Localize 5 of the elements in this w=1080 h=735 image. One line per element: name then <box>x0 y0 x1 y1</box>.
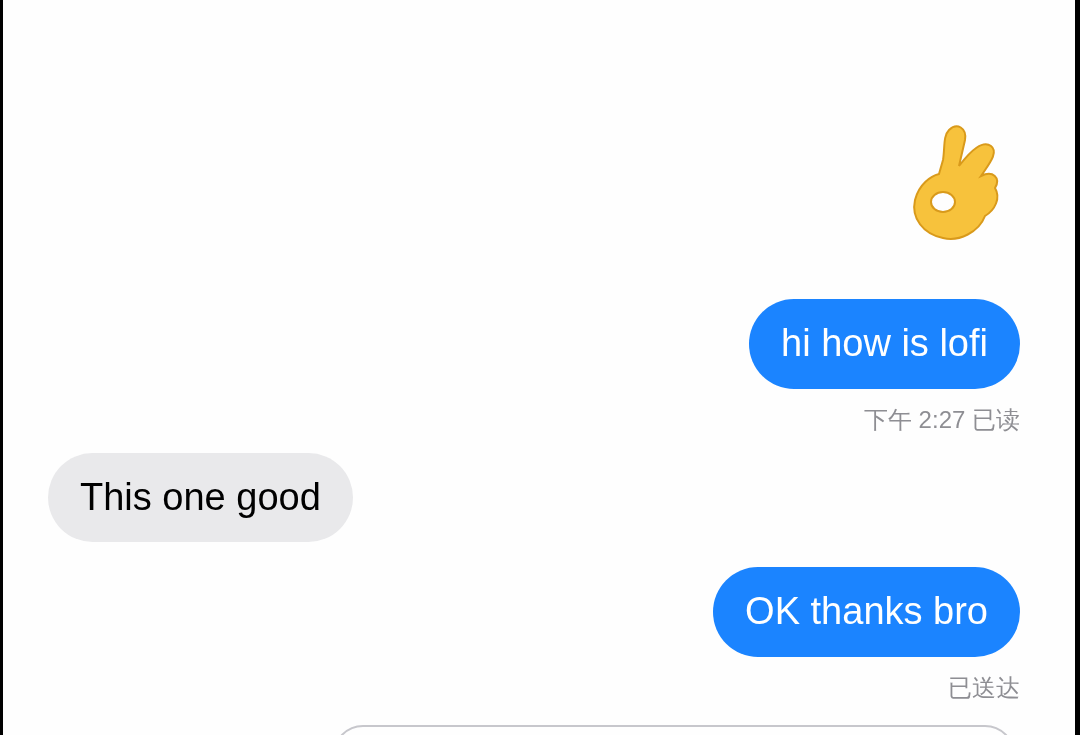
received-message: This one good <box>48 452 353 543</box>
sent-message: hi how is lofi <box>749 299 1020 389</box>
message-status: 已送达 <box>948 672 1020 703</box>
message-status: 下午 2:27 已读 <box>863 404 1020 435</box>
sent-message: OK thanks bro <box>713 567 1020 657</box>
